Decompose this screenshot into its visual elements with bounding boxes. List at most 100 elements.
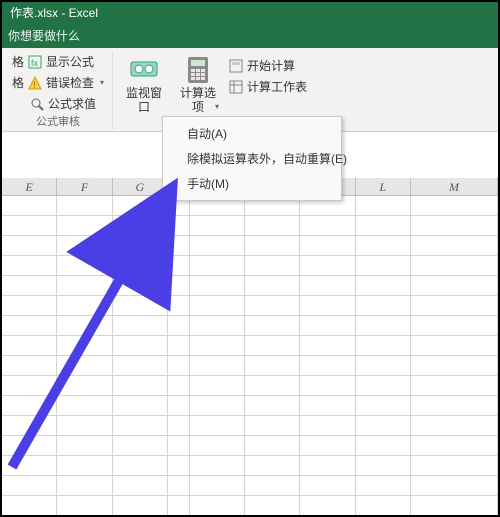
grid-cell[interactable] (190, 316, 245, 336)
grid-cell[interactable] (113, 236, 168, 256)
grid-cell[interactable] (190, 436, 245, 456)
grid-cell[interactable] (300, 456, 355, 476)
grid-cell[interactable] (168, 296, 190, 316)
menu-item-automatic[interactable]: 自动(A) (163, 121, 341, 146)
grid-cell[interactable] (2, 196, 57, 216)
grid-cell[interactable] (2, 256, 57, 276)
watch-window-button[interactable]: 监视窗口 (117, 52, 171, 116)
grid-cell[interactable] (300, 436, 355, 456)
grid-cell[interactable] (57, 356, 112, 376)
grid-cell[interactable] (113, 316, 168, 336)
grid-cell[interactable] (300, 236, 355, 256)
menu-item-manual[interactable]: ✓ 手动(M) (163, 171, 341, 196)
grid-cell[interactable] (2, 456, 57, 476)
grid-cell[interactable] (113, 376, 168, 396)
grid-cell[interactable] (411, 196, 498, 216)
grid-cell[interactable] (300, 216, 355, 236)
grid-cell[interactable] (300, 396, 355, 416)
grid-cell[interactable] (168, 316, 190, 336)
grid-cell[interactable] (168, 256, 190, 276)
grid-cell[interactable] (245, 436, 300, 456)
grid-cell[interactable] (168, 276, 190, 296)
grid-cell[interactable] (113, 396, 168, 416)
grid-cell[interactable] (113, 476, 168, 496)
grid-cell[interactable] (2, 336, 57, 356)
column-header[interactable]: F (57, 178, 112, 196)
grid-cell[interactable] (168, 396, 190, 416)
grid-cell[interactable] (113, 436, 168, 456)
grid-cell[interactable] (300, 476, 355, 496)
grid-cell[interactable] (2, 496, 57, 515)
grid-cell[interactable] (245, 296, 300, 316)
grid-cell[interactable] (57, 476, 112, 496)
grid-cell[interactable] (168, 216, 190, 236)
grid-cell[interactable] (356, 336, 411, 356)
grid-cell[interactable] (411, 476, 498, 496)
grid-cell[interactable] (300, 336, 355, 356)
grid-cell[interactable] (190, 416, 245, 436)
grid-cell[interactable] (2, 296, 57, 316)
grid-cell[interactable] (113, 276, 168, 296)
grid-cell[interactable] (245, 456, 300, 476)
grid-cell[interactable] (356, 256, 411, 276)
grid-cell[interactable] (356, 416, 411, 436)
grid-cell[interactable] (245, 236, 300, 256)
grid-cell[interactable] (168, 416, 190, 436)
show-formulas-button[interactable]: 格 fx 显示公式 (8, 52, 108, 71)
grid-cell[interactable] (411, 456, 498, 476)
grid-cell[interactable] (356, 396, 411, 416)
grid-cell[interactable] (190, 496, 245, 515)
grid-cell[interactable] (57, 316, 112, 336)
grid-cell[interactable] (245, 356, 300, 376)
grid-cell[interactable] (245, 396, 300, 416)
grid-cell[interactable] (2, 476, 57, 496)
grid-cell[interactable] (411, 216, 498, 236)
grid-cell[interactable] (411, 236, 498, 256)
grid-cell[interactable] (245, 476, 300, 496)
grid-cell[interactable] (190, 216, 245, 236)
grid-cell[interactable] (57, 256, 112, 276)
grid-cell[interactable] (57, 456, 112, 476)
grid-cell[interactable] (2, 356, 57, 376)
calculation-options-button[interactable]: 计算选项 ▾ (171, 52, 225, 116)
grid-cell[interactable] (411, 396, 498, 416)
grid-cell[interactable] (300, 376, 355, 396)
grid-cell[interactable] (168, 376, 190, 396)
grid-cell[interactable] (57, 376, 112, 396)
grid-cell[interactable] (300, 496, 355, 515)
grid-cell[interactable] (356, 436, 411, 456)
grid-cell[interactable] (2, 236, 57, 256)
grid-cell[interactable] (411, 496, 498, 515)
evaluate-formula-button[interactable]: 公式求值 (8, 94, 108, 113)
grid-cell[interactable] (168, 476, 190, 496)
grid-cell[interactable] (2, 276, 57, 296)
column-header[interactable]: G (113, 178, 168, 196)
grid-cell[interactable] (190, 456, 245, 476)
grid-cell[interactable] (356, 496, 411, 515)
grid-cell[interactable] (113, 216, 168, 236)
spreadsheet-area[interactable]: E F G H I J K L M (2, 178, 498, 515)
grid-cell[interactable] (356, 196, 411, 216)
grid-cell[interactable] (190, 256, 245, 276)
grid-cell[interactable] (411, 436, 498, 456)
grid-cell[interactable] (411, 296, 498, 316)
grid-cell[interactable] (356, 376, 411, 396)
grid-cell[interactable] (300, 416, 355, 436)
grid-cell[interactable] (2, 396, 57, 416)
grid-cell[interactable] (245, 376, 300, 396)
grid-cell[interactable] (57, 436, 112, 456)
grid-cell[interactable] (245, 336, 300, 356)
grid-cell[interactable] (245, 316, 300, 336)
grid-cell[interactable] (411, 256, 498, 276)
grid-cell[interactable] (356, 236, 411, 256)
grid-cell[interactable] (245, 416, 300, 436)
grid-cell[interactable] (190, 236, 245, 256)
grid-cell[interactable] (190, 276, 245, 296)
grid-cell[interactable] (356, 216, 411, 236)
grid-cell[interactable] (411, 376, 498, 396)
grid-cell[interactable] (168, 496, 190, 515)
grid-cell[interactable] (168, 236, 190, 256)
grid-cell[interactable] (2, 376, 57, 396)
grid-cell[interactable] (411, 276, 498, 296)
grid-cell[interactable] (2, 316, 57, 336)
